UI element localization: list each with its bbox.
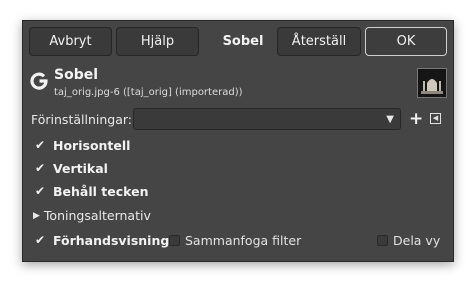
unchecked-box <box>169 235 180 246</box>
help-button[interactable]: Hjälp <box>116 27 199 56</box>
cancel-label: Avbryt <box>49 34 92 49</box>
unchecked-box <box>377 235 388 246</box>
dropdown-arrow-icon: ▼ <box>386 114 394 125</box>
ok-button[interactable]: OK <box>365 27 447 56</box>
checkmark-icon: ✔ <box>35 138 46 152</box>
image-thumbnail <box>417 68 447 98</box>
blending-options-label: Toningsalternativ <box>43 208 151 223</box>
keep-sign-checkbox[interactable]: ✔ Behåll tecken <box>35 184 148 199</box>
keep-sign-label: Behåll tecken <box>53 184 149 199</box>
ok-label: OK <box>396 34 416 49</box>
horizontal-checkbox[interactable]: ✔ Horisontell <box>35 138 130 153</box>
presets-combo[interactable]: ▼ <box>133 108 401 130</box>
expander-arrow-icon: ▶ <box>33 210 40 221</box>
preview-checkbox[interactable]: ✔ Förhandsvisning <box>35 233 169 248</box>
split-view-label: Dela vy <box>393 233 441 248</box>
tool-title-label: Sobel <box>203 27 283 56</box>
add-preset-icon[interactable]: + <box>409 109 423 129</box>
preview-label: Förhandsvisning <box>53 233 170 248</box>
reset-label: Återställ <box>291 34 347 49</box>
tool-title-text: Sobel <box>222 34 264 49</box>
horizontal-label: Horisontell <box>53 138 131 153</box>
preset-menu-icon[interactable]: ◀ <box>430 113 441 124</box>
dialog-subtitle: taj_orig.jpg-6 ([taj_orig] (importerad)) <box>54 87 243 98</box>
help-label: Hjälp <box>140 34 175 49</box>
vertical-label: Vertikal <box>53 161 108 176</box>
merge-filter-label: Sammanfoga filter <box>185 233 302 248</box>
sobel-dialog: Avbryt Hjälp Sobel Återställ OK Sobel ta… <box>22 20 454 262</box>
checkmark-icon: ✔ <box>35 233 46 247</box>
presets-label: Förinställningar: <box>31 112 132 127</box>
blending-options-expander[interactable]: ▶ Toningsalternativ <box>33 208 151 223</box>
vertical-checkbox[interactable]: ✔ Vertikal <box>35 161 108 176</box>
reset-button[interactable]: Återställ <box>277 27 361 56</box>
cancel-button[interactable]: Avbryt <box>29 27 112 56</box>
split-view-checkbox[interactable]: Dela vy <box>377 233 440 248</box>
merge-filter-checkbox[interactable]: Sammanfoga filter <box>169 233 301 248</box>
checkmark-icon: ✔ <box>35 184 46 198</box>
dialog-title: Sobel <box>54 67 99 83</box>
gegl-g-icon <box>29 71 49 91</box>
checkmark-icon: ✔ <box>35 161 46 175</box>
